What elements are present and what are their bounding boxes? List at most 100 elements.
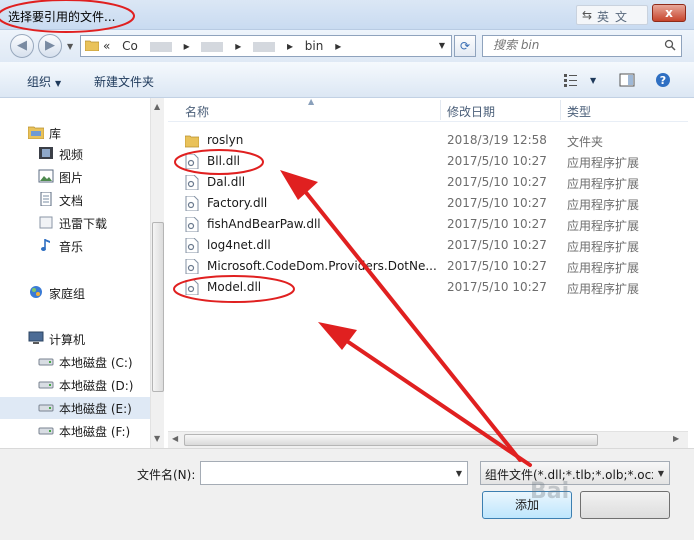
- folder-icon: [185, 135, 199, 148]
- breadcrumb-blurred[interactable]: [253, 41, 276, 52]
- cancel-button[interactable]: [580, 491, 670, 519]
- file-row[interactable]: Model.dll 2017/5/10 10:27 应用程序扩展: [168, 277, 688, 298]
- nav-scrollbar[interactable]: ▲ ▼: [150, 98, 164, 448]
- file-row[interactable]: Factory.dll 2017/5/10 10:27 应用程序扩展: [168, 193, 688, 214]
- address-bar[interactable]: « Co ▸ ▸ ▸ bin ▸ ▼: [80, 35, 452, 57]
- nav-label: 计算机: [49, 333, 86, 347]
- column-header-date[interactable]: 修改日期: [447, 103, 495, 120]
- file-date: 2017/5/10 10:27: [447, 238, 547, 252]
- filename-combobox[interactable]: ▼: [200, 461, 468, 485]
- dll-file-icon: [185, 238, 199, 253]
- file-row[interactable]: Bll.dll 2017/5/10 10:27 应用程序扩展: [168, 151, 688, 172]
- file-row[interactable]: Microsoft.CodeDom.Providers.DotNe... 201…: [168, 256, 688, 277]
- filename-input[interactable]: [205, 465, 445, 479]
- file-row[interactable]: Dal.dll 2017/5/10 10:27 应用程序扩展: [168, 172, 688, 193]
- preview-pane-icon[interactable]: [619, 72, 635, 88]
- organize-button[interactable]: 组织 ▼: [27, 73, 61, 90]
- window-title: 选择要引用的文件...: [8, 10, 116, 24]
- nav-label: 本地磁盘 (C:): [59, 356, 133, 370]
- breadcrumb: « Co ▸ ▸ ▸ bin ▸: [103, 39, 349, 53]
- file-row[interactable]: roslyn 2018/3/19 12:58 文件夹: [168, 130, 688, 151]
- new-folder-button[interactable]: 新建文件夹: [94, 73, 154, 90]
- column-header-type[interactable]: 类型: [567, 103, 591, 120]
- breadcrumb-blurred[interactable]: [201, 41, 224, 52]
- nav-item-drive-c[interactable]: 本地磁盘 (C:): [0, 351, 150, 373]
- breadcrumb-separator-icon[interactable]: ▸: [235, 39, 241, 53]
- download-icon: [39, 216, 53, 229]
- scrollbar-thumb[interactable]: [152, 222, 164, 392]
- chevron-down-icon[interactable]: ▼: [658, 469, 664, 478]
- recent-locations-dropdown[interactable]: ▼: [67, 42, 73, 51]
- file-name: log4net.dll: [207, 238, 271, 252]
- breadcrumb-item[interactable]: Co: [122, 39, 138, 53]
- navigation-pane: 库 视频 图片 文档 迅雷下载 音乐 家庭组 计算机 本地磁盘 (C:) 本地磁…: [0, 98, 164, 448]
- back-button[interactable]: ◀: [10, 34, 34, 58]
- nav-item-documents[interactable]: 文档: [0, 189, 150, 211]
- file-type: 应用程序扩展: [567, 177, 640, 191]
- nav-item-music[interactable]: 音乐: [0, 235, 150, 257]
- scrollbar-thumb[interactable]: [184, 434, 598, 446]
- organize-label: 组织: [27, 75, 52, 89]
- file-row[interactable]: log4net.dll 2017/5/10 10:27 应用程序扩展: [168, 235, 688, 256]
- view-dropdown-icon[interactable]: ▼: [590, 76, 596, 85]
- view-options-icon[interactable]: [563, 72, 579, 88]
- help-icon[interactable]: ?: [655, 72, 671, 88]
- file-name: Microsoft.CodeDom.Providers.DotNe...: [207, 259, 437, 273]
- scroll-up-icon[interactable]: ▲: [154, 102, 160, 111]
- ime-indicator[interactable]: ⇆ 英文: [576, 5, 648, 25]
- scroll-down-icon[interactable]: ▼: [154, 434, 160, 443]
- breadcrumb-separator-icon[interactable]: ▸: [184, 39, 190, 53]
- file-list-hscrollbar[interactable]: ◀ ▶: [168, 431, 688, 448]
- title-bar: 选择要引用的文件... ⇆ 英文 x: [0, 0, 694, 30]
- forward-button[interactable]: ▶: [38, 34, 62, 58]
- scroll-right-icon[interactable]: ▶: [673, 434, 679, 443]
- nav-item-library[interactable]: 库: [0, 122, 150, 144]
- close-button[interactable]: x: [652, 4, 686, 22]
- video-icon: [39, 147, 53, 159]
- breadcrumb-separator-icon[interactable]: ▸: [287, 39, 293, 53]
- breadcrumb-separator-icon[interactable]: ▸: [335, 39, 341, 53]
- nav-label: 图片: [59, 171, 84, 185]
- drive-icon: [38, 427, 54, 435]
- nav-item-video[interactable]: 视频: [0, 143, 150, 165]
- search-icon: [664, 39, 676, 51]
- nav-label: 库: [49, 127, 62, 141]
- sort-arrow-icon: ▲: [308, 97, 315, 106]
- nav-label: 文档: [59, 194, 84, 208]
- file-row[interactable]: fishAndBearPaw.dll 2017/5/10 10:27 应用程序扩…: [168, 214, 688, 235]
- search-input[interactable]: [493, 38, 653, 52]
- file-name: roslyn: [207, 133, 244, 147]
- nav-label: 本地磁盘 (E:): [59, 402, 132, 416]
- nav-item-computer[interactable]: 计算机: [0, 328, 150, 350]
- music-icon: [41, 239, 50, 251]
- nav-item-drive-d[interactable]: 本地磁盘 (D:): [0, 374, 150, 396]
- forward-arrow-icon: ▶: [45, 38, 55, 53]
- scroll-left-icon[interactable]: ◀: [172, 434, 178, 443]
- address-dropdown-icon[interactable]: ▼: [439, 41, 445, 50]
- dll-file-icon: [185, 259, 199, 274]
- nav-item-drive-e[interactable]: 本地磁盘 (E:): [0, 397, 150, 419]
- search-box[interactable]: [482, 35, 682, 57]
- drive-icon: [38, 404, 54, 412]
- refresh-button[interactable]: ⟳: [454, 35, 476, 57]
- library-icon: [28, 126, 44, 139]
- breadcrumb-overflow[interactable]: «: [103, 39, 110, 53]
- column-divider[interactable]: [560, 100, 561, 120]
- nav-item-xunlei-downloads[interactable]: 迅雷下载: [0, 212, 150, 234]
- column-header-name[interactable]: 名称: [185, 103, 209, 120]
- chevron-down-icon[interactable]: ▼: [456, 469, 462, 478]
- nav-item-drive-f[interactable]: 本地磁盘 (F:): [0, 420, 150, 442]
- breadcrumb-current[interactable]: bin: [305, 39, 324, 53]
- nav-item-pictures[interactable]: 图片: [0, 166, 150, 188]
- breadcrumb-blurred[interactable]: [149, 41, 172, 52]
- watermark-text: Bai: [530, 479, 570, 504]
- file-type: 应用程序扩展: [567, 219, 640, 233]
- computer-icon: [28, 331, 44, 344]
- nav-item-homegroup[interactable]: 家庭组: [0, 282, 150, 304]
- nav-label: 家庭组: [49, 287, 86, 301]
- address-row: ◀ ▶ ▼ « Co ▸ ▸ ▸ bin ▸ ▼ ⟳: [0, 30, 694, 62]
- file-type-filter[interactable]: 组件文件(*.dll;*.tlb;*.olb;*.ocx; ▼: [480, 461, 670, 485]
- document-icon: [40, 192, 52, 206]
- chevron-down-icon: ▼: [55, 79, 62, 88]
- column-divider[interactable]: [440, 100, 441, 120]
